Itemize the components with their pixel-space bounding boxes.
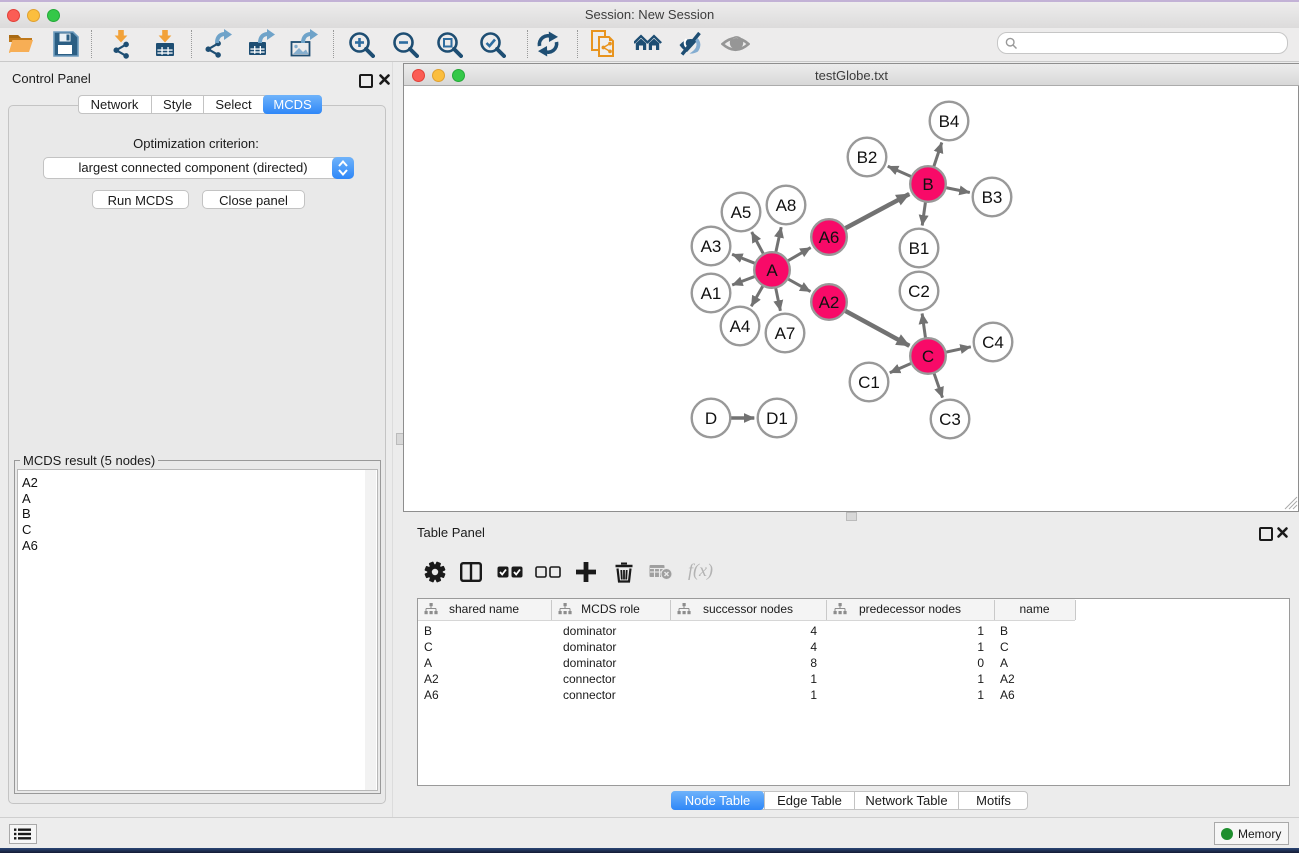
svg-text:A7: A7 [775, 324, 796, 343]
svg-text:B3: B3 [982, 188, 1003, 207]
svg-text:A2: A2 [819, 293, 840, 312]
svg-text:C3: C3 [939, 410, 961, 429]
svg-text:A6: A6 [819, 228, 840, 247]
svg-text:C1: C1 [858, 373, 880, 392]
svg-text:C2: C2 [908, 282, 930, 301]
svg-text:B2: B2 [857, 148, 878, 167]
svg-text:A3: A3 [701, 237, 722, 256]
svg-text:A5: A5 [731, 203, 752, 222]
svg-text:B4: B4 [939, 112, 960, 131]
svg-text:D1: D1 [766, 409, 788, 428]
svg-text:D: D [705, 409, 717, 428]
svg-text:A8: A8 [776, 196, 797, 215]
svg-text:A4: A4 [730, 317, 751, 336]
svg-text:A1: A1 [701, 284, 722, 303]
svg-text:B: B [922, 175, 933, 194]
svg-text:B1: B1 [909, 239, 930, 258]
svg-text:A: A [766, 261, 778, 280]
svg-text:C4: C4 [982, 333, 1004, 352]
svg-text:C: C [922, 347, 934, 366]
